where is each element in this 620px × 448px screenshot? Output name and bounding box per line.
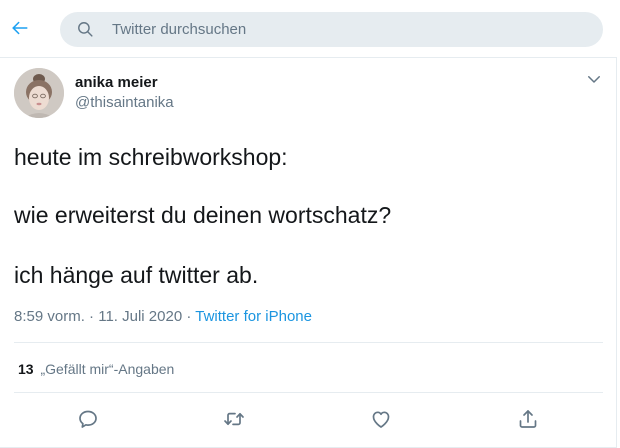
- author-name[interactable]: anika meier: [75, 74, 158, 92]
- likes-count: 13: [18, 361, 34, 377]
- arrow-left-icon: [12, 21, 28, 35]
- avatar-image: [14, 68, 64, 118]
- likes-label: „Gefällt mir“-Angaben: [40, 361, 175, 377]
- meta-separator: ·: [186, 308, 192, 325]
- tweet-page: anika meier @thisaintanika heute im schr…: [0, 0, 617, 448]
- likes-stat[interactable]: 13 „Gefällt mir“-Angaben: [18, 360, 174, 378]
- tweet-text-line: ich hänge auf twitter ab.: [14, 262, 259, 288]
- chevron-down-icon: [588, 76, 600, 83]
- avatar[interactable]: [14, 68, 64, 118]
- divider: [14, 392, 603, 393]
- like-button[interactable]: [369, 407, 393, 431]
- back-button[interactable]: [6, 14, 34, 42]
- header: [0, 0, 617, 58]
- tweet-source-link[interactable]: Twitter for iPhone: [195, 308, 312, 325]
- search-box[interactable]: [60, 12, 603, 47]
- retweet-icon: [224, 412, 244, 426]
- divider: [14, 342, 603, 343]
- search-icon: [78, 22, 93, 37]
- search-input[interactable]: [112, 12, 582, 47]
- more-options-button[interactable]: [585, 70, 603, 88]
- tweet-metadata: 8:59 vorm. · 11. Juli 2020 · Twitter for…: [14, 307, 312, 327]
- tweet-text-line: wie erweiterst du deinen wortschatz?: [14, 202, 392, 228]
- retweet-button[interactable]: [222, 407, 246, 431]
- tweet-time[interactable]: 8:59 vorm.: [14, 308, 85, 325]
- tweet-text-line: heute im schreibworkshop:: [14, 144, 288, 170]
- reply-button[interactable]: [76, 407, 100, 431]
- author-handle[interactable]: @thisaintanika: [75, 94, 174, 112]
- share-button[interactable]: [516, 407, 540, 431]
- share-icon: [519, 410, 537, 428]
- meta-separator: ·: [89, 308, 95, 325]
- reply-icon: [79, 410, 97, 428]
- tweet-date[interactable]: 11. Juli 2020: [98, 308, 182, 325]
- heart-icon: [372, 411, 390, 428]
